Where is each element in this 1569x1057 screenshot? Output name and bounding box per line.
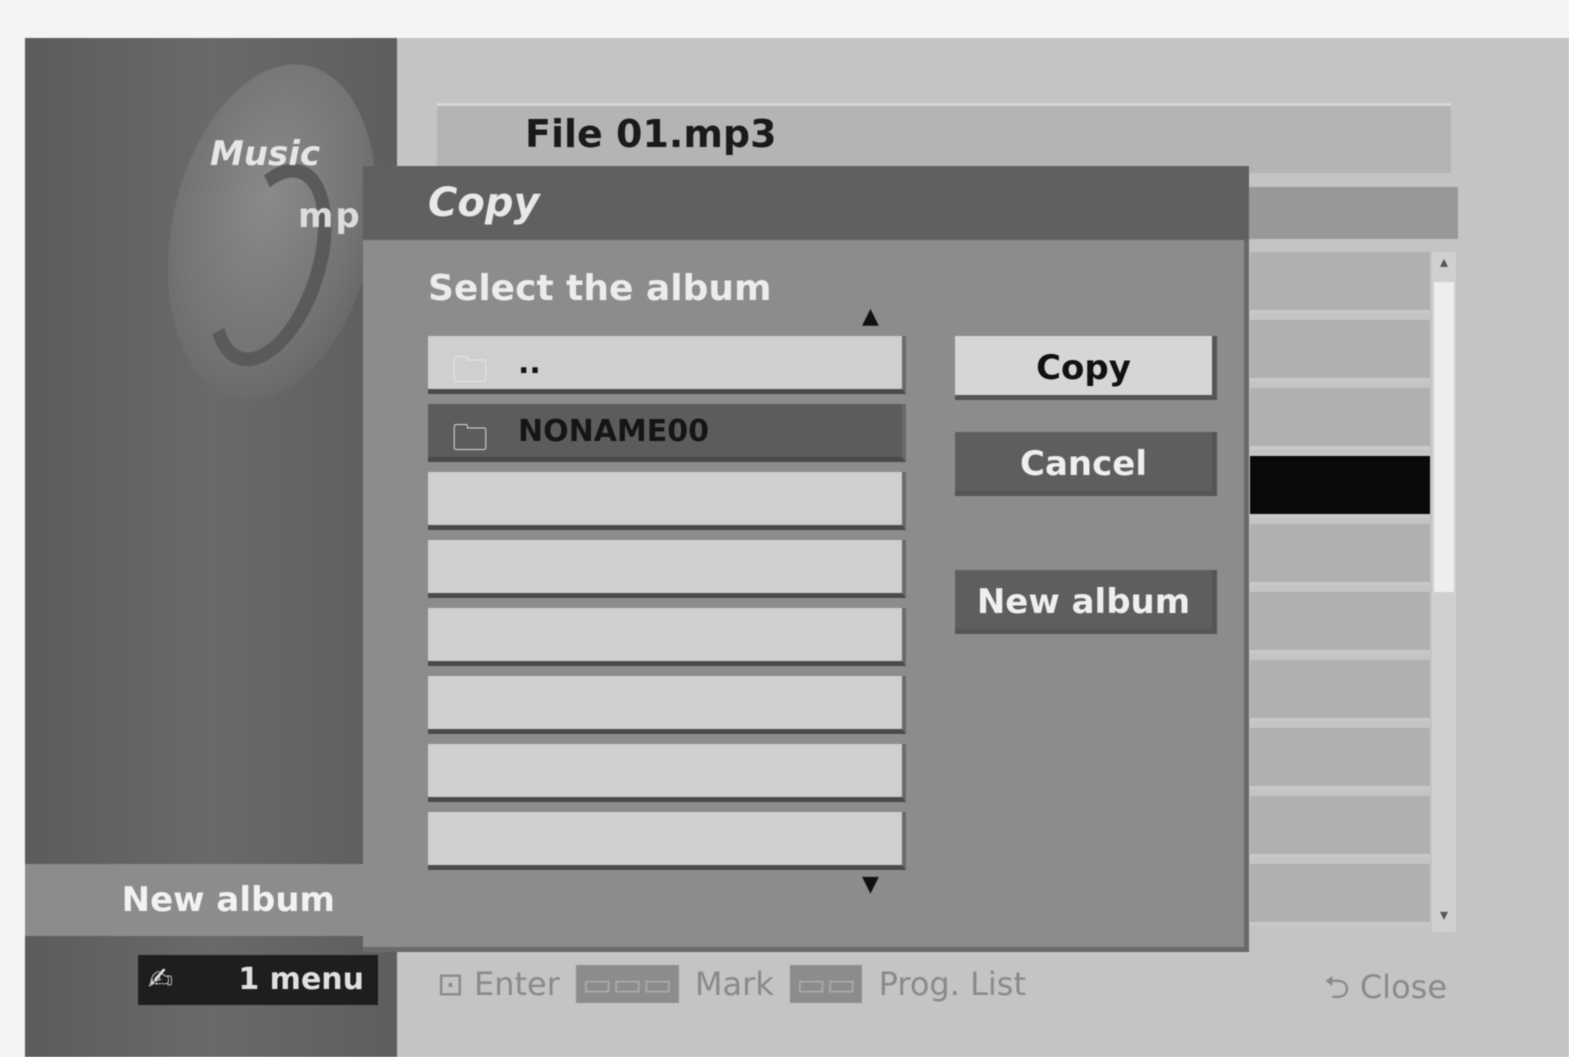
album-list-scroll-up-icon[interactable]: ▲ [862, 304, 879, 329]
scrollbar-thumb[interactable] [1434, 282, 1454, 592]
file-row[interactable] [1250, 796, 1430, 858]
enter-key-icon: ⊡ [437, 965, 464, 1003]
footer-prog-label: Prog. List [878, 965, 1026, 1003]
file-list-header [1248, 187, 1458, 239]
sidebar-new-album-item[interactable]: New album [25, 864, 370, 936]
footer-close-label: Close [1359, 968, 1447, 1006]
album-row-selected[interactable]: 🗀 NONAME00 [428, 404, 906, 462]
dialog-title: Copy [428, 180, 540, 226]
footer-close-hint: ⮌ Close [1324, 965, 1447, 1019]
file-row[interactable] [1250, 660, 1430, 722]
return-key-icon: ⮌ [1324, 968, 1350, 1006]
copy-button[interactable]: Copy [955, 336, 1217, 400]
album-row-empty[interactable] [428, 608, 906, 666]
scroll-up-icon[interactable]: ▴ [1432, 252, 1456, 276]
album-row-empty[interactable] [428, 744, 906, 802]
file-row-selected[interactable] [1250, 456, 1430, 518]
prog-key-icon: ▭▭ [790, 965, 863, 1003]
album-list-scroll-down-icon[interactable]: ▼ [862, 872, 879, 897]
file-row[interactable] [1250, 320, 1430, 382]
music-logo-title: Music [210, 134, 321, 174]
album-label: .. [518, 346, 541, 381]
file-row[interactable] [1250, 524, 1430, 586]
album-row-empty[interactable] [428, 472, 906, 530]
disc-icon: ✍ [148, 962, 174, 997]
album-label: NONAME00 [518, 414, 710, 449]
parent-folder-icon: 🗀 [452, 350, 489, 391]
footer-hints: ⊡ Enter ▭▭▭ Mark ▭▭ Prog. List ⮌ Close [437, 965, 1457, 1017]
cancel-button[interactable]: Cancel [955, 432, 1217, 496]
footer-mark-label: Mark [694, 965, 774, 1003]
album-row-empty[interactable] [428, 812, 906, 870]
file-row[interactable] [1250, 252, 1430, 314]
new-album-button[interactable]: New album [955, 570, 1217, 634]
album-row-parent[interactable]: 🗀 .. [428, 336, 906, 394]
status-indicator: ✍ 1 menu [138, 955, 378, 1005]
mark-key-icon: ▭▭▭ [576, 965, 679, 1003]
status-text: 1 menu [238, 962, 364, 997]
album-row-empty[interactable] [428, 676, 906, 734]
file-row[interactable] [1250, 388, 1430, 450]
file-row[interactable] [1250, 864, 1430, 926]
album-row-empty[interactable] [428, 540, 906, 598]
folder-icon: 🗀 [452, 418, 489, 459]
scroll-down-icon[interactable]: ▾ [1432, 905, 1456, 931]
file-title: File 01.mp3 [525, 112, 777, 156]
file-row[interactable] [1250, 592, 1430, 654]
file-row[interactable] [1250, 728, 1430, 790]
dialog-prompt: Select the album [428, 268, 772, 309]
footer-enter-label: Enter [473, 965, 560, 1003]
